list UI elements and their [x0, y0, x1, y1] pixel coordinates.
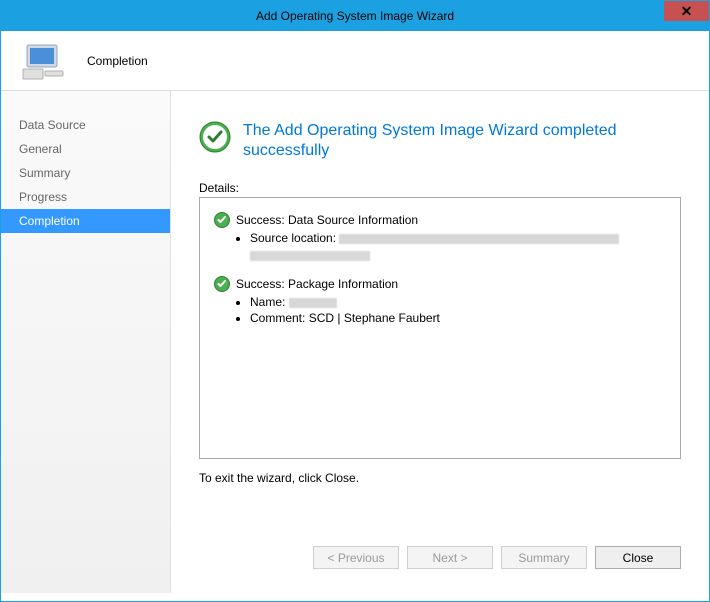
list-item: Name: x — [250, 294, 666, 310]
list-item: Source location: x x — [250, 230, 666, 262]
window-title: Add Operating System Image Wizard — [256, 9, 454, 23]
computer-icon — [21, 41, 69, 81]
detail-section-data-source: Success: Data Source Information Source … — [214, 212, 666, 262]
next-button: Next > — [407, 546, 493, 569]
item-value: SCD | Stephane Faubert — [309, 311, 440, 325]
wizard-header: Completion — [1, 31, 709, 91]
success-icon — [214, 276, 230, 292]
details-box: Success: Data Source Information Source … — [199, 197, 681, 459]
window-close-button[interactable]: ✕ — [664, 1, 709, 21]
summary-button: Summary — [501, 546, 587, 569]
item-label: Source location: — [250, 231, 336, 245]
wizard-body: Data Source General Summary Progress Com… — [1, 91, 709, 593]
sidebar-item-completion[interactable]: Completion — [1, 209, 170, 233]
close-icon: ✕ — [681, 3, 693, 20]
sidebar: Data Source General Summary Progress Com… — [1, 91, 171, 593]
list-item: Comment: SCD | Stephane Faubert — [250, 310, 666, 326]
success-header: The Add Operating System Image Wizard co… — [199, 121, 681, 161]
redacted-value: x — [339, 234, 619, 244]
sidebar-item-general[interactable]: General — [1, 137, 170, 161]
item-label: Comment: — [250, 311, 305, 325]
redacted-value: x — [250, 251, 370, 261]
success-icon — [214, 212, 230, 228]
success-icon — [199, 121, 231, 153]
close-button[interactable]: Close — [595, 546, 681, 569]
success-title: The Add Operating System Image Wizard co… — [243, 121, 681, 161]
sidebar-item-summary[interactable]: Summary — [1, 161, 170, 185]
exit-instruction: To exit the wizard, click Close. — [199, 471, 681, 485]
details-label: Details: — [199, 181, 681, 195]
titlebar: Add Operating System Image Wizard ✕ — [1, 1, 709, 31]
item-label: Name: — [250, 295, 285, 309]
section-title: Success: Data Source Information — [236, 213, 418, 227]
redacted-value: x — [289, 298, 337, 308]
header-title: Completion — [87, 54, 148, 68]
section-title: Success: Package Information — [236, 277, 398, 291]
content-pane: The Add Operating System Image Wizard co… — [171, 91, 709, 593]
detail-section-package: Success: Package Information Name: x Com… — [214, 276, 666, 326]
sidebar-item-data-source[interactable]: Data Source — [1, 113, 170, 137]
button-row: < Previous Next > Summary Close — [199, 534, 681, 583]
sidebar-item-progress[interactable]: Progress — [1, 185, 170, 209]
previous-button: < Previous — [313, 546, 399, 569]
